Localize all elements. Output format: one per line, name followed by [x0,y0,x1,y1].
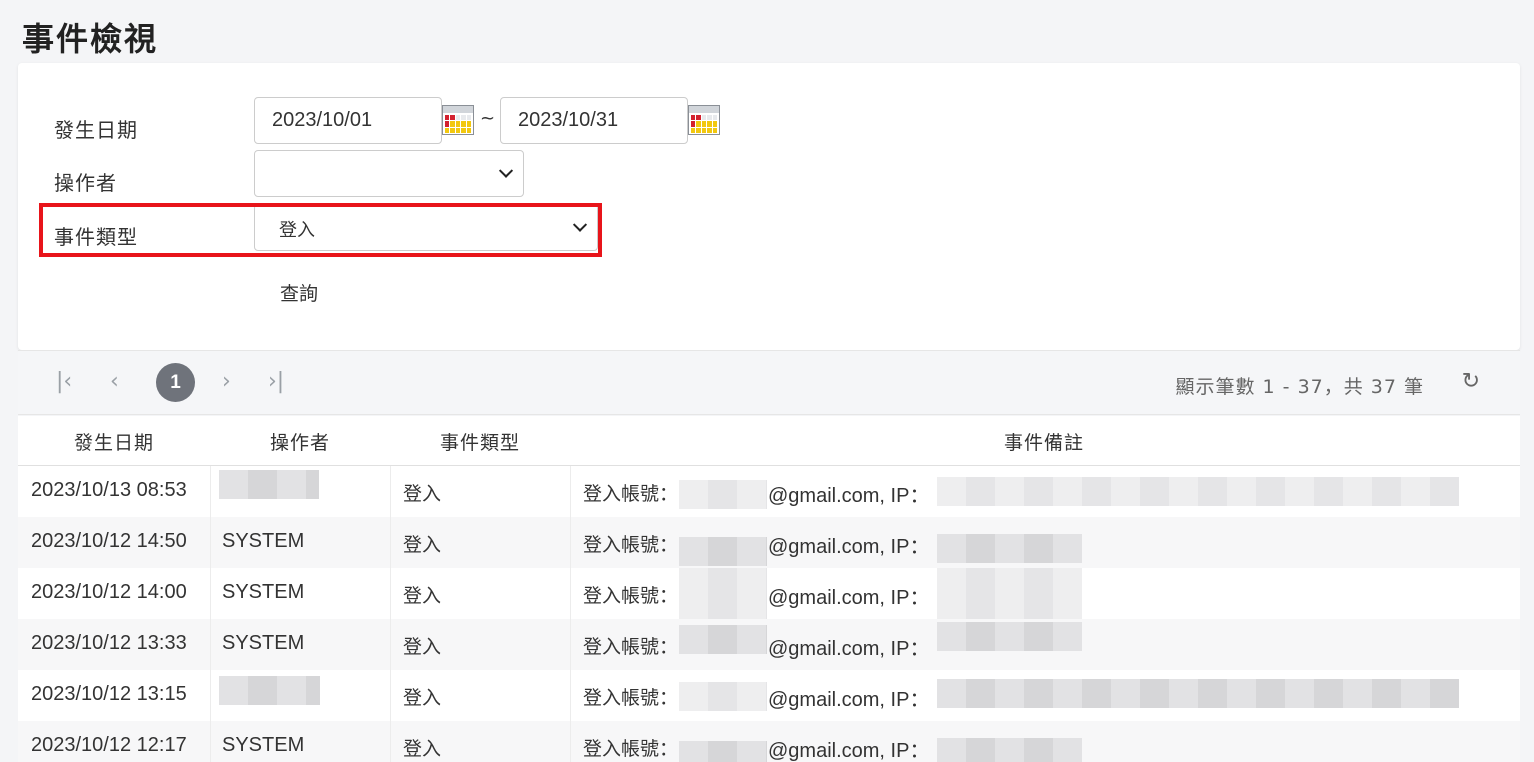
table-row[interactable]: 2023/10/12 13:33 SYSTEM 登入 登入帳號： @gmail.… [18,619,1520,670]
record-count-info: 顯示筆數 1 - 37，共 37 筆 [1175,376,1424,398]
redacted-account [679,682,767,711]
redacted-account [679,625,767,654]
calendar-from-icon[interactable] [442,105,474,135]
row-note-mid: @gmail.com, IP： [768,689,930,711]
redacted-account [679,568,767,619]
column-header-date[interactable]: 發生日期 [74,428,154,455]
row-note-mid: @gmail.com, IP： [768,740,930,762]
redacted-ip [937,679,1459,708]
redacted-account [679,741,767,762]
operator-label: 操作者 [54,171,117,195]
date-label: 發生日期 [54,118,138,142]
prev-page-icon[interactable]: ‹ [110,371,119,393]
column-header-note[interactable]: 事件備註 [1004,428,1084,455]
row-note-prefix: 登入帳號： [583,636,679,658]
operator-select[interactable] [254,150,524,197]
current-page-button[interactable]: 1 [156,363,195,402]
redacted-ip [937,568,1082,619]
row-type: 登入 [403,636,442,658]
row-type: 登入 [403,585,442,607]
date-separator: ~ [480,108,496,129]
row-note-mid: @gmail.com, IP： [768,638,930,660]
row-type: 登入 [403,483,442,505]
redacted-ip [937,534,1082,563]
row-note-prefix: 登入帳號： [583,483,679,505]
row-date: 2023/10/12 14:50 [31,530,187,552]
row-operator: SYSTEM [222,734,305,756]
row-operator: SYSTEM [222,581,305,603]
redacted-operator [219,470,319,499]
chevron-down-icon [498,163,514,178]
date-to-input[interactable]: 2023/10/31 [500,97,688,144]
row-note-prefix: 登入帳號： [583,585,679,607]
redacted-ip [937,622,1082,651]
table-row[interactable]: 2023/10/12 14:00 SYSTEM 登入 登入帳號： @gmail.… [18,568,1520,619]
redacted-operator [219,676,320,705]
calendar-to-icon[interactable] [688,105,720,135]
event-type-highlight-box [39,203,602,257]
row-date: 2023/10/12 13:33 [31,632,187,654]
event-table: 發生日期 操作者 事件類型 事件備註 2023/10/13 08:53 登入 登… [18,416,1520,762]
next-page-icon[interactable]: › [222,371,231,393]
table-row[interactable]: 2023/10/12 14:50 SYSTEM 登入 登入帳號： @gmail.… [18,517,1520,568]
last-page-icon[interactable]: ›| [268,371,284,393]
row-note-prefix: 登入帳號： [583,738,679,760]
row-date: 2023/10/12 14:00 [31,581,187,603]
redacted-account [679,480,767,509]
column-header-operator[interactable]: 操作者 [270,428,330,455]
table-header: 發生日期 操作者 事件類型 事件備註 [18,416,1520,466]
row-note-mid: @gmail.com, IP： [768,485,930,507]
redacted-ip [937,738,1082,762]
date-from-input[interactable]: 2023/10/01 [254,97,442,144]
table-row[interactable]: 2023/10/12 12:17 SYSTEM 登入 登入帳號： @gmail.… [18,721,1520,762]
row-operator: SYSTEM [222,632,305,654]
pagination-bar: |‹ ‹ 1 › ›| 顯示筆數 1 - 37，共 37 筆 ↻ [18,350,1520,415]
row-type: 登入 [403,738,442,760]
row-type: 登入 [403,687,442,709]
row-note-mid: @gmail.com, IP： [768,587,930,609]
row-note-prefix: 登入帳號： [583,687,679,709]
column-header-type[interactable]: 事件類型 [440,428,520,455]
row-date: 2023/10/12 12:17 [31,734,187,756]
first-page-icon[interactable]: |‹ [56,371,72,393]
row-date: 2023/10/13 08:53 [31,479,187,501]
query-button[interactable]: 查詢 [280,279,318,306]
redacted-ip [937,477,1459,506]
redacted-account [679,537,767,566]
row-date: 2023/10/12 13:15 [31,683,187,705]
table-row[interactable]: 2023/10/12 13:15 登入 登入帳號： @gmail.com, IP… [18,670,1520,721]
row-type: 登入 [403,534,442,556]
row-note-mid: @gmail.com, IP： [768,536,930,558]
row-note-prefix: 登入帳號： [583,534,679,556]
table-row[interactable]: 2023/10/13 08:53 登入 登入帳號： @gmail.com, IP… [18,466,1520,517]
filter-panel: 發生日期 2023/10/01 ~ 2023/10/31 操作者 事件類型 登入… [18,63,1520,350]
row-operator: SYSTEM [222,530,305,552]
refresh-icon[interactable]: ↻ [1462,369,1480,394]
page-title: 事件檢視 [22,20,159,58]
